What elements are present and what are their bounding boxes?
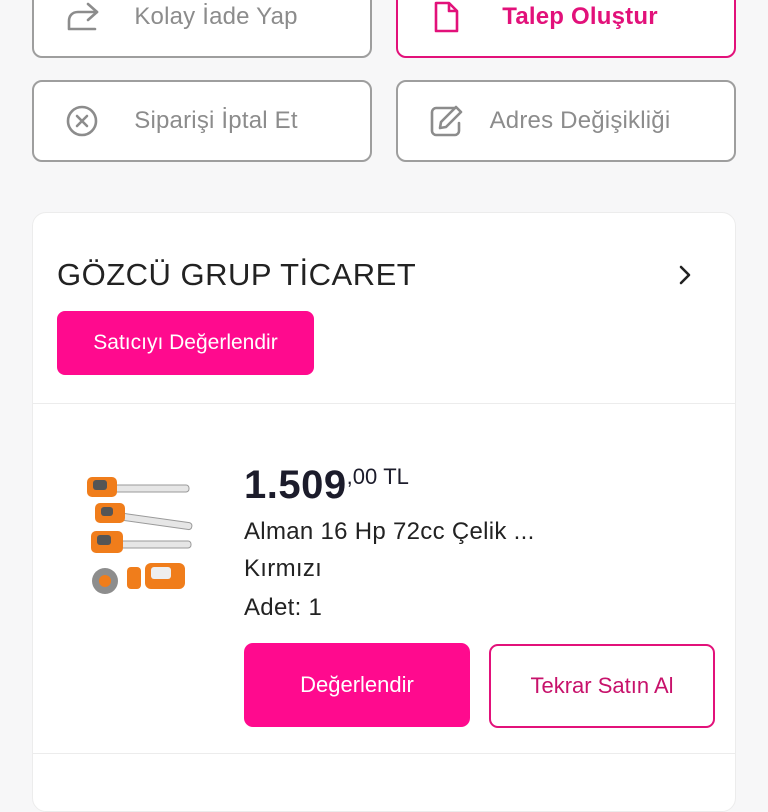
seller-name[interactable]: GÖZCÜ GRUP TİCARET (57, 257, 416, 293)
document-icon (426, 0, 466, 37)
easy-return-label: Kolay İade Yap (134, 3, 298, 30)
create-request-label: Talep Oluştur (502, 3, 658, 30)
cancel-order-label: Siparişi İptal Et (134, 107, 298, 134)
close-circle-icon (62, 101, 102, 141)
product-price: 1.509,00 TL (244, 463, 409, 508)
seller-card: GÖZCÜ GRUP TİCARET Satıcıyı Değerlendir … (32, 212, 736, 812)
divider (33, 753, 735, 754)
address-change-label: Adres Değişikliği (489, 107, 671, 134)
order-actions: Kolay İade Yap Talep Oluştur Siparişi İp… (32, 0, 736, 162)
rate-seller-button[interactable]: Satıcıyı Değerlendir (57, 311, 314, 375)
product-title[interactable]: Alman 16 Hp 72cc Çelik ... (244, 518, 535, 546)
share-arrow-icon (62, 0, 102, 37)
product-image[interactable] (85, 471, 195, 601)
product-variant: Kırmızı (244, 555, 323, 582)
chevron-right-icon[interactable] (673, 263, 697, 287)
price-decimal: ,00 (346, 464, 378, 489)
easy-return-button[interactable]: Kolay İade Yap (32, 0, 372, 58)
rebuy-button[interactable]: Tekrar Satın Al (489, 644, 715, 728)
price-integer: 1.509 (244, 463, 347, 507)
create-request-button[interactable]: Talep Oluştur (396, 0, 736, 58)
review-button[interactable]: Değerlendir (244, 643, 470, 727)
edit-icon (426, 101, 466, 141)
product-quantity: Adet: 1 (244, 594, 323, 621)
price-currency: TL (383, 464, 409, 489)
address-change-button[interactable]: Adres Değişikliği (396, 80, 736, 162)
divider (33, 403, 735, 404)
cancel-order-button[interactable]: Siparişi İptal Et (32, 80, 372, 162)
